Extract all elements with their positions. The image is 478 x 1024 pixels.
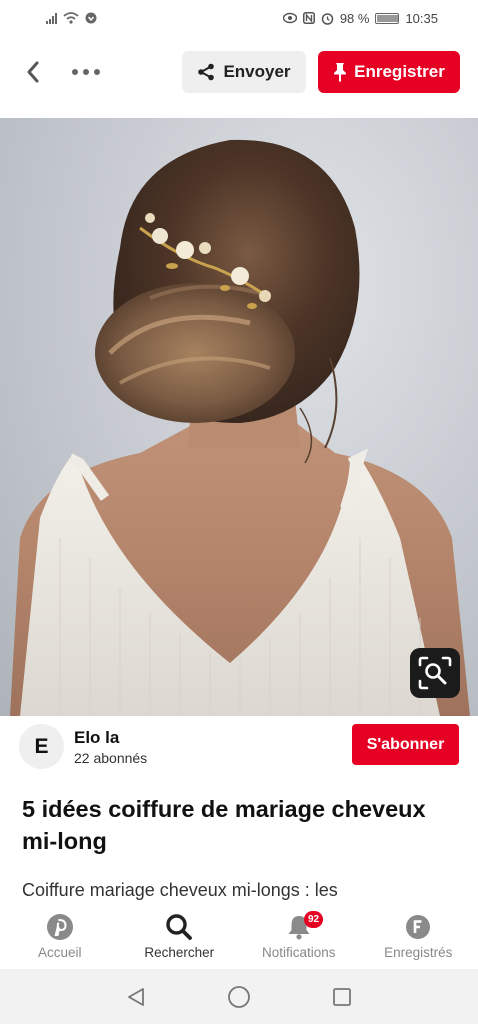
clock: 10:35 [405,10,438,26]
pinterest-icon [46,914,73,940]
send-button[interactable]: Envoyer [182,51,306,93]
chevron-left-icon [27,61,39,83]
save-button[interactable]: Enregistrer [318,51,460,93]
nav-item-search[interactable]: Rechercher [120,905,240,969]
wifi-icon [63,12,79,24]
send-button-label: Envoyer [223,62,291,81]
bridal-hairstyle-photo [10,139,470,716]
pin-title: 5 idées coiffure de mariage cheveux mi-l… [22,796,426,854]
back-triangle-icon[interactable] [125,986,147,1008]
visual-search-button[interactable] [410,648,460,698]
share-icon [198,63,215,81]
home-circle-icon[interactable] [227,985,251,1009]
lens-search-icon [418,656,452,690]
creator-followers: 22 abonnés [74,750,148,766]
recents-square-icon[interactable] [331,986,353,1008]
nav-label-notifications: Notifications [261,945,336,960]
nav-item-saved[interactable]: Enregistrés [359,905,478,969]
nav-label-search: Rechercher [144,945,215,960]
nav-item-home[interactable]: Accueil [0,905,120,969]
screen: 98 % 10:35 Envoyer Enregistrer E Elo la … [0,0,478,1024]
nfc-icon [302,12,315,24]
search-icon [166,914,193,940]
pin-description-container: Coiffure mariage cheveux mi-longs : les [22,878,452,907]
follow-button[interactable]: S'abonner [352,724,459,765]
status-left [46,12,97,24]
nav-label-saved: Enregistrés [384,945,453,960]
back-button[interactable] [18,52,48,92]
status-right: 98 % 10:35 [282,10,438,26]
top-action-bar: Envoyer Enregistrer [0,44,478,100]
eye-icon [282,12,297,24]
nav-item-notifications[interactable]: 92 Notifications [239,905,359,969]
status-bar: 98 % 10:35 [0,0,478,36]
creator-avatar[interactable]: E [19,724,64,769]
profile-icon [406,915,431,939]
battery-percent: 98 % [339,10,370,26]
notification-badge: 92 [304,911,323,928]
pin-description: Coiffure mariage cheveux mi-longs : les [22,880,338,900]
data-saver-icon [85,12,97,24]
pin-image[interactable] [0,118,478,716]
creator-name[interactable]: Elo la [74,728,119,748]
alarm-icon [321,12,334,25]
bottom-nav: Accueil Rechercher 92 Notifications Enre… [0,905,478,969]
battery-icon [375,12,400,24]
creator-row: E Elo la 22 abonnés S'abonner [0,718,478,776]
more-icon [72,69,100,75]
system-nav-bar [0,969,478,1024]
nav-label-home: Accueil [37,945,82,960]
pin-icon [334,63,347,82]
more-options-button[interactable] [66,52,106,92]
save-button-label: Enregistrer [354,62,445,81]
signal-icon [46,12,57,24]
